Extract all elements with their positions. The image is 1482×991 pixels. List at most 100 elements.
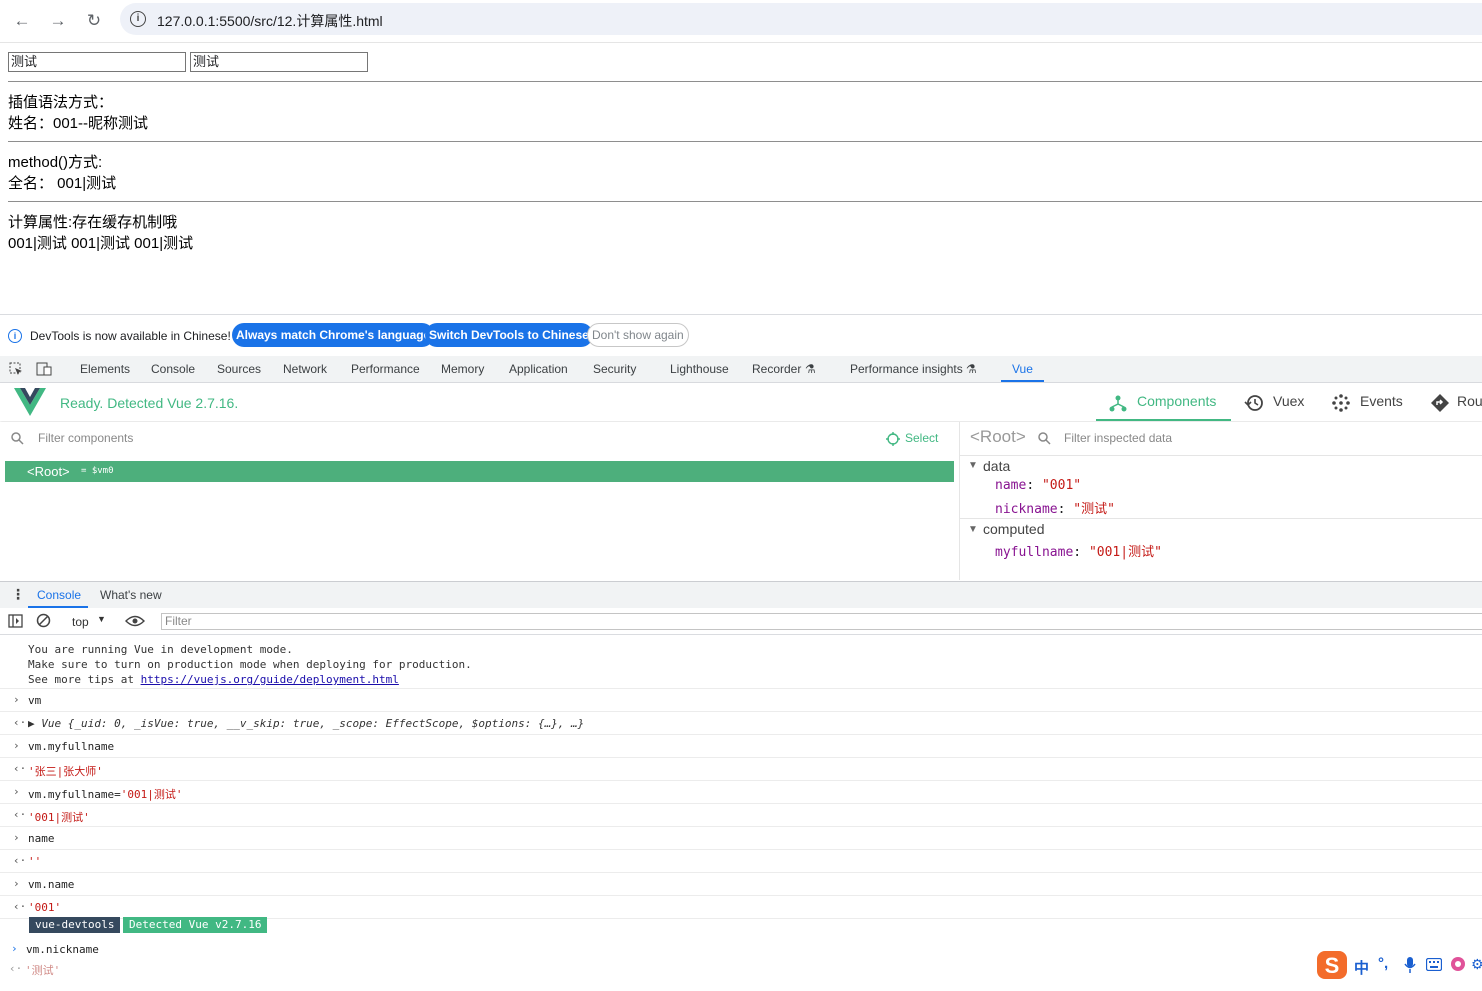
tab-security[interactable]: Security [593,362,636,376]
nav-events[interactable]: Events [1360,393,1403,409]
root-var-label: = $vm0 [81,466,114,476]
component-tree-panel: Filter components Select <Root> = $vm0 [0,422,960,580]
console-output-line: ‹· '001' [0,896,1482,919]
browser-toolbar: ← → ↻ i 127.0.0.1:5500/src/12.计算属性.html [0,0,1482,43]
filter-components-input[interactable]: Filter components [38,431,133,445]
settings-icon[interactable]: ⚙ [1471,956,1482,973]
console-input-line: › vm.myfullname='001|测试' [0,781,1482,804]
device-toolbar-icon[interactable] [36,362,52,376]
punctuation-icon[interactable]: °, [1378,955,1388,972]
tab-performance[interactable]: Performance [351,362,420,376]
more-options-icon[interactable]: ⋮ [11,586,25,603]
back-arrow-icon[interactable]: ← [9,8,35,34]
eager-eval-arrow-icon: ‹· [9,962,23,975]
keyboard-icon[interactable] [1426,958,1442,971]
tab-network[interactable]: Network [283,362,327,376]
svg-text:S: S [1325,953,1340,978]
select-button[interactable]: Select [905,431,938,445]
reload-icon[interactable]: ↻ [81,8,107,34]
ime-language-toggle[interactable]: 中 [1354,957,1369,978]
inspect-element-icon[interactable] [9,362,23,376]
tab-sources[interactable]: Sources [217,362,261,376]
tab-application[interactable]: Application [509,362,568,376]
nav-routing[interactable]: Rou [1457,393,1482,409]
section-title-computed: 计算属性:存在缓存机制哦 [8,214,178,231]
microphone-icon[interactable] [1404,957,1416,973]
console-input-line: › vm [0,689,1482,712]
address-bar[interactable]: i 127.0.0.1:5500/src/12.计算属性.html [120,3,1482,35]
drawer-tab-console[interactable]: Console [37,588,81,602]
console-input-text: vm [28,694,42,707]
computed-prop-myfullname: myfullname: "001|测试" [995,545,1162,560]
components-icon [1109,395,1127,412]
context-selector[interactable]: top [72,615,89,629]
tab-console[interactable]: Console [151,362,195,376]
drawer-tab-whats-new[interactable]: What's new [100,588,162,602]
console-output-text: '张三|张大师' [28,765,103,778]
console-output-line: ‹· ▶ Vue {_uid: 0, _isVue: true, __v_ski… [0,712,1482,735]
console-input-text: name [28,832,55,845]
data-section-header[interactable]: data [983,458,1010,474]
notice-message: DevTools is now available in Chinese! [30,329,231,343]
tab-performance-insights[interactable]: Performance insights [850,362,963,376]
live-expression-eye-icon[interactable] [125,614,145,628]
search-icon [1038,432,1051,445]
divider [960,455,1482,456]
section-title-method: method()方式: [8,154,103,171]
console-input-text[interactable]: vm.nickname [26,943,99,956]
routing-icon [1431,394,1449,412]
text-input-1[interactable]: 测试 [8,52,186,72]
console-input-line: › vm.myfullname [0,735,1482,758]
site-info-icon[interactable]: i [130,11,146,27]
tab-vue[interactable]: Vue [1012,362,1033,376]
console-filter-input[interactable]: Filter [161,613,1482,630]
active-nav-indicator [1096,419,1231,421]
tree-node-root[interactable]: <Root> = $vm0 [5,461,954,482]
vue-status-text: Ready. Detected Vue 2.7.16. [60,395,239,411]
url-text[interactable]: 127.0.0.1:5500/src/12.计算属性.html [157,11,383,31]
forward-arrow-icon[interactable]: → [45,8,71,34]
clear-console-icon[interactable] [36,613,51,628]
console-eager-eval: ‹· '测试' [0,961,1300,979]
history-icon [1244,395,1263,411]
tab-lighthouse[interactable]: Lighthouse [670,362,729,376]
data-prop-name: name: "001" [995,478,1082,493]
inspected-component-name: <Root> [970,427,1026,446]
chevron-down-icon[interactable]: ▼ [968,460,978,471]
prompt-icon: › [11,942,18,955]
divider [8,81,1482,82]
console-input-line: › vm.name [0,873,1482,896]
tab-elements[interactable]: Elements [80,362,130,376]
active-tab-indicator [1001,380,1044,382]
console-output-text: '001|测试' [28,811,90,824]
chevron-down-icon[interactable]: ▼ [97,614,106,624]
section-value-interpolation: 姓名：001--昵称测试 [8,115,149,132]
console-text: You are running Vue in development mode. [28,643,293,656]
nav-vuex[interactable]: Vuex [1273,393,1304,409]
sidebar-toggle-icon[interactable] [8,614,23,628]
console-input-text: vm.name [28,878,75,891]
info-icon: i [8,329,22,343]
switch-to-chinese-button[interactable]: Switch DevTools to Chinese [425,323,593,347]
sogou-logo-icon[interactable]: S [1316,950,1348,980]
divider [8,201,1482,202]
drawer-tab-strip: ⋮ Console What's new [0,581,1482,609]
dont-show-again-button[interactable]: Don't show again [587,323,689,347]
devtools-tab-strip: Elements Console Sources Network Perform… [0,356,1482,383]
filter-inspected-input[interactable]: Filter inspected data [1064,431,1172,445]
vue-object-output[interactable]: ▶ Vue {_uid: 0, _isVue: true, __v_skip: … [28,717,584,730]
console-input-text: vm.myfullname [28,740,115,753]
computed-section-header[interactable]: computed [983,521,1044,537]
nav-components[interactable]: Components [1137,393,1216,409]
chevron-down-icon[interactable]: ▼ [968,524,978,535]
console-output-line: ‹· '' [0,850,1482,873]
tab-memory[interactable]: Memory [441,362,484,376]
skin-icon[interactable] [1450,956,1466,972]
tab-recorder[interactable]: Recorder [752,362,801,376]
detected-vue-badge: Detected Vue v2.7.16 [123,917,268,933]
select-target-icon[interactable] [886,432,900,446]
console-output-text: '001' [28,901,62,914]
text-input-2[interactable]: 测试 [190,52,368,72]
deployment-link[interactable]: https://vuejs.org/guide/deployment.html [141,673,399,686]
always-match-language-button[interactable]: Always match Chrome's language [232,323,435,347]
